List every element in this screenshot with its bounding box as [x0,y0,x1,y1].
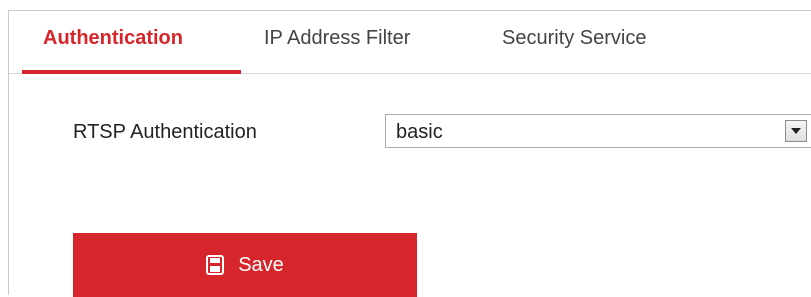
save-button[interactable]: Save [73,233,417,297]
tab-authentication[interactable]: Authentication [43,27,183,50]
chevron-down-icon[interactable] [785,120,807,142]
floppy-disk-icon [206,255,225,275]
rtsp-authentication-select[interactable]: basic [385,114,811,148]
rtsp-authentication-label: RTSP Authentication [73,121,257,143]
tab-ip-address-filter[interactable]: IP Address Filter [264,27,410,50]
tab-security-service[interactable]: Security Service [502,27,647,50]
rtsp-authentication-value: basic [396,121,443,143]
tab-bar: Authentication IP Address Filter Securit… [9,11,811,74]
security-settings-panel: Authentication IP Address Filter Securit… [8,10,811,297]
active-tab-indicator [22,70,241,74]
save-button-label: Save [238,253,284,276]
